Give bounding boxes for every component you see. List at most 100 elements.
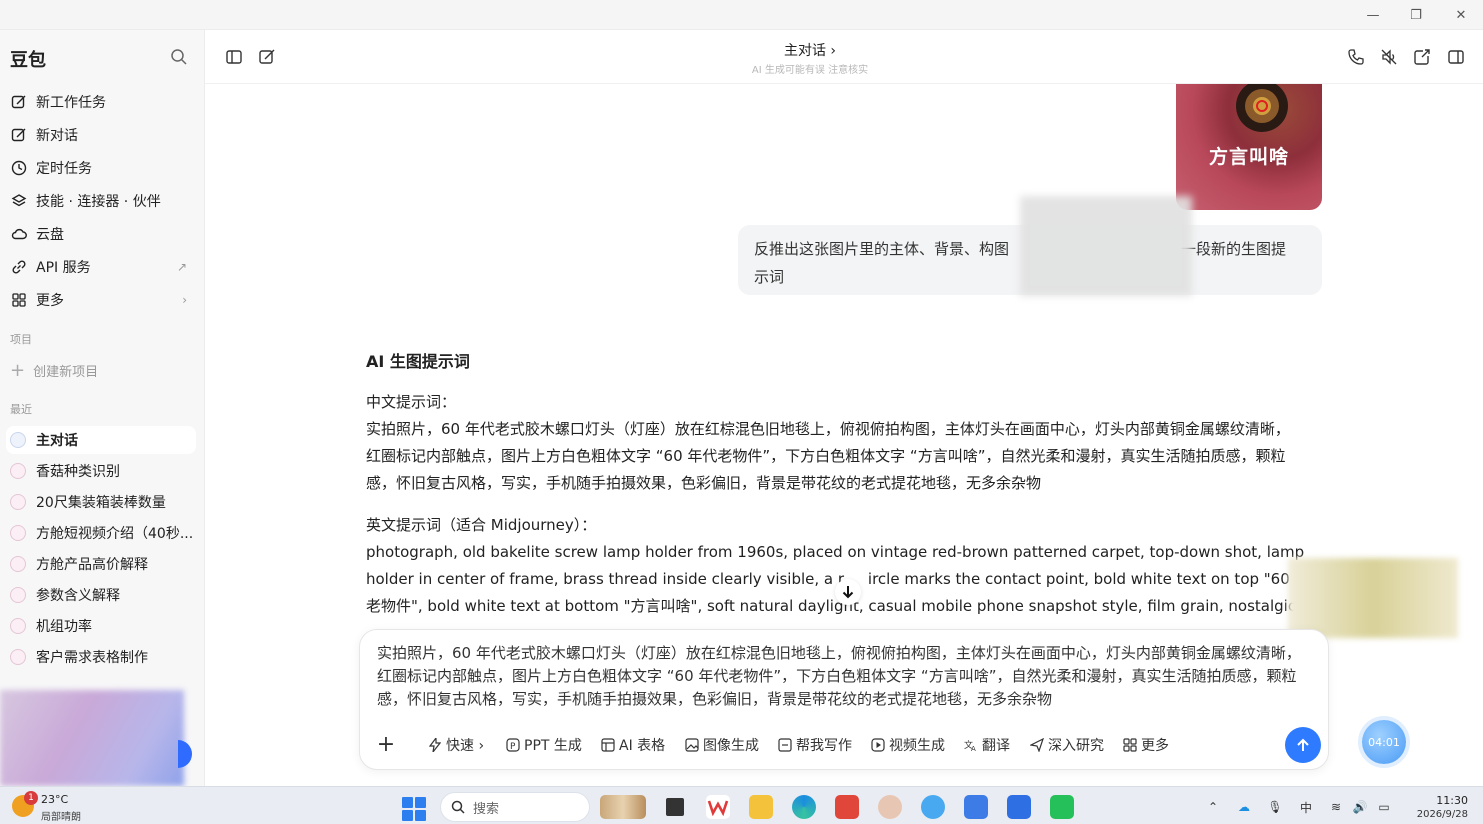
- nav-new-work-task[interactable]: 新工作任务: [10, 88, 195, 116]
- nav-scheduled-tasks[interactable]: 定时任务: [10, 154, 195, 182]
- recent-chat-label: 参数含义解释: [36, 588, 120, 604]
- attach-plus-button[interactable]: +: [374, 732, 398, 757]
- tool-video-generation[interactable]: 视频生成: [871, 734, 945, 756]
- phone-icon[interactable]: [1345, 46, 1367, 68]
- svg-text:P: P: [510, 742, 516, 752]
- wechat-icon[interactable]: [1050, 795, 1074, 819]
- chevron-right-icon: ›: [182, 293, 187, 307]
- tool-writing[interactable]: 帮我写作: [778, 734, 852, 756]
- share-icon[interactable]: [1411, 46, 1433, 68]
- tool-quick-mode[interactable]: 快速 ›: [428, 734, 484, 756]
- app-icon-blue[interactable]: [921, 795, 945, 819]
- restore-button[interactable]: ❐: [1394, 0, 1438, 30]
- uploaded-image-thumbnail[interactable]: 方言叫啥: [1176, 84, 1322, 210]
- recording-timer[interactable]: 04:01: [1362, 720, 1406, 764]
- grid-icon: [1123, 738, 1137, 752]
- minimize-button[interactable]: —: [1351, 0, 1395, 30]
- start-button[interactable]: [402, 797, 426, 821]
- recent-chat-label: 机组功率: [36, 619, 92, 635]
- chat-header: 主对话 › AI 生成可能有误 注意核实: [205, 30, 1483, 84]
- user-message-text: 示词: [754, 268, 785, 286]
- tool-deep-research[interactable]: 深入研究: [1030, 734, 1104, 756]
- recent-chat-item[interactable]: 方舱产品高价解释: [6, 550, 196, 578]
- clock-time[interactable]: 11:30: [1412, 794, 1468, 807]
- tool-more[interactable]: 更多: [1123, 734, 1169, 756]
- widget-app-icon[interactable]: [600, 795, 646, 819]
- recent-chat-item[interactable]: 机组功率: [6, 612, 196, 640]
- wifi-icon[interactable]: ≋: [1328, 799, 1344, 815]
- cn-prompt-line: 红圈标记内部触点，图片上方白色粗体文字 “60 年代老物件”，下方白色粗体文字 …: [366, 447, 1286, 465]
- scroll-to-bottom-button[interactable]: [835, 579, 861, 605]
- tool-ppt[interactable]: P PPT 生成: [506, 734, 582, 756]
- image-icon: [685, 738, 699, 752]
- recent-chat-item[interactable]: 参数含义解释: [6, 581, 196, 609]
- chat-icon: [10, 649, 26, 665]
- tool-ai-table[interactable]: AI 表格: [601, 734, 665, 756]
- doubao-app-icon[interactable]: [878, 795, 902, 819]
- nav-api-service[interactable]: API 服务 ↗: [10, 253, 195, 281]
- plus-icon: +: [10, 360, 26, 381]
- close-button[interactable]: ✕: [1439, 0, 1483, 30]
- assistant-answer: AI 生图提示词 中文提示词： 实拍照片，60 年代老式胶木螺口灯头（灯座）放在…: [366, 348, 1316, 620]
- microphone-icon[interactable]: 🎙: [1267, 799, 1283, 815]
- profile-badge[interactable]: [178, 740, 192, 768]
- recent-chat-item[interactable]: 主对话: [6, 426, 196, 454]
- ime-indicator[interactable]: 中: [1298, 799, 1314, 815]
- composer-input[interactable]: 实拍照片，60 年代老式胶木螺口灯头（灯座）放在红棕混色旧地毯上，俯视俯拍构图，…: [377, 642, 1312, 711]
- onedrive-icon[interactable]: ☁: [1236, 799, 1252, 815]
- search-icon: [451, 800, 465, 814]
- clock-date[interactable]: 2026/9/28: [1404, 809, 1468, 820]
- recent-chat-item[interactable]: 客户需求表格制作: [6, 643, 196, 671]
- tool-label: AI 表格: [619, 738, 666, 754]
- layers-icon: [10, 192, 28, 210]
- message-composer[interactable]: 实拍照片，60 年代老式胶木螺口灯头（灯座）放在红棕混色旧地毯上，俯视俯拍构图，…: [359, 629, 1329, 770]
- nav-skills[interactable]: 技能 · 连接器 · 伙伴: [10, 187, 195, 215]
- recent-chat-item[interactable]: 20尺集装箱装棒数量: [6, 488, 196, 516]
- side-panel-icon[interactable]: [1445, 46, 1467, 68]
- create-project-label: 创建新项目: [33, 365, 99, 380]
- wps-app-icon[interactable]: [706, 795, 730, 819]
- chevron-up-icon[interactable]: ⌃: [1205, 799, 1221, 815]
- nav-label: 新对话: [36, 128, 78, 144]
- nav-new-chat[interactable]: 新对话: [10, 121, 195, 149]
- clock-icon: [10, 159, 28, 177]
- recent-chat-item[interactable]: 香菇种类识别: [6, 457, 196, 485]
- tool-label: 图像生成: [703, 738, 759, 754]
- ppt-icon: P: [506, 738, 520, 752]
- taskbar-search[interactable]: 搜索: [440, 792, 590, 822]
- tool-label: 帮我写作: [796, 738, 852, 754]
- tool-image-generation[interactable]: 图像生成: [685, 734, 759, 756]
- bolt-icon: [428, 738, 442, 752]
- en-prompt-label: 英文提示词（适合 Midjourney）：: [366, 516, 597, 534]
- app-icon-phone[interactable]: [1007, 795, 1031, 819]
- battery-icon[interactable]: ▭: [1376, 799, 1392, 815]
- create-project-button[interactable]: + 创建新项目: [10, 360, 98, 381]
- edge-browser-icon[interactable]: [792, 795, 816, 819]
- app-icon-chat[interactable]: [964, 795, 988, 819]
- recent-chat-item[interactable]: 方舱短视频介绍（40秒...: [6, 519, 196, 547]
- notification-badge: 1: [24, 791, 38, 805]
- chat-icon: [10, 432, 26, 448]
- ai-disclaimer: AI 生成可能有误 注意核实: [751, 65, 869, 76]
- conversation-title[interactable]: 主对话 ›: [205, 40, 1415, 60]
- recent-chat-label: 20尺集装箱装棒数量: [36, 495, 166, 511]
- cn-prompt-label: 中文提示词：: [366, 393, 457, 411]
- mute-icon[interactable]: [1378, 46, 1400, 68]
- recent-chat-label: 客户需求表格制作: [36, 650, 148, 666]
- app-icon-red[interactable]: [835, 795, 859, 819]
- compose-icon: [10, 126, 28, 144]
- edit-icon: [10, 93, 28, 111]
- en-prompt-line: photograph, old bakelite screw lamp hold…: [366, 543, 1305, 561]
- svg-text:A: A: [971, 745, 976, 752]
- window-title-bar: — ❐ ✕: [0, 0, 1483, 30]
- tool-label: 深入研究: [1048, 738, 1104, 754]
- volume-icon[interactable]: 🔊: [1352, 799, 1368, 815]
- file-explorer-icon[interactable]: [749, 795, 773, 819]
- answer-title: AI 生图提示词: [366, 352, 470, 371]
- send-button[interactable]: [1285, 727, 1321, 763]
- nav-cloud-drive[interactable]: 云盘: [10, 220, 195, 248]
- tool-translate[interactable]: 文 A 翻译: [964, 734, 1010, 756]
- search-icon[interactable]: [170, 48, 190, 68]
- terminal-app-icon[interactable]: [663, 795, 687, 819]
- nav-more[interactable]: 更多 ›: [10, 286, 195, 314]
